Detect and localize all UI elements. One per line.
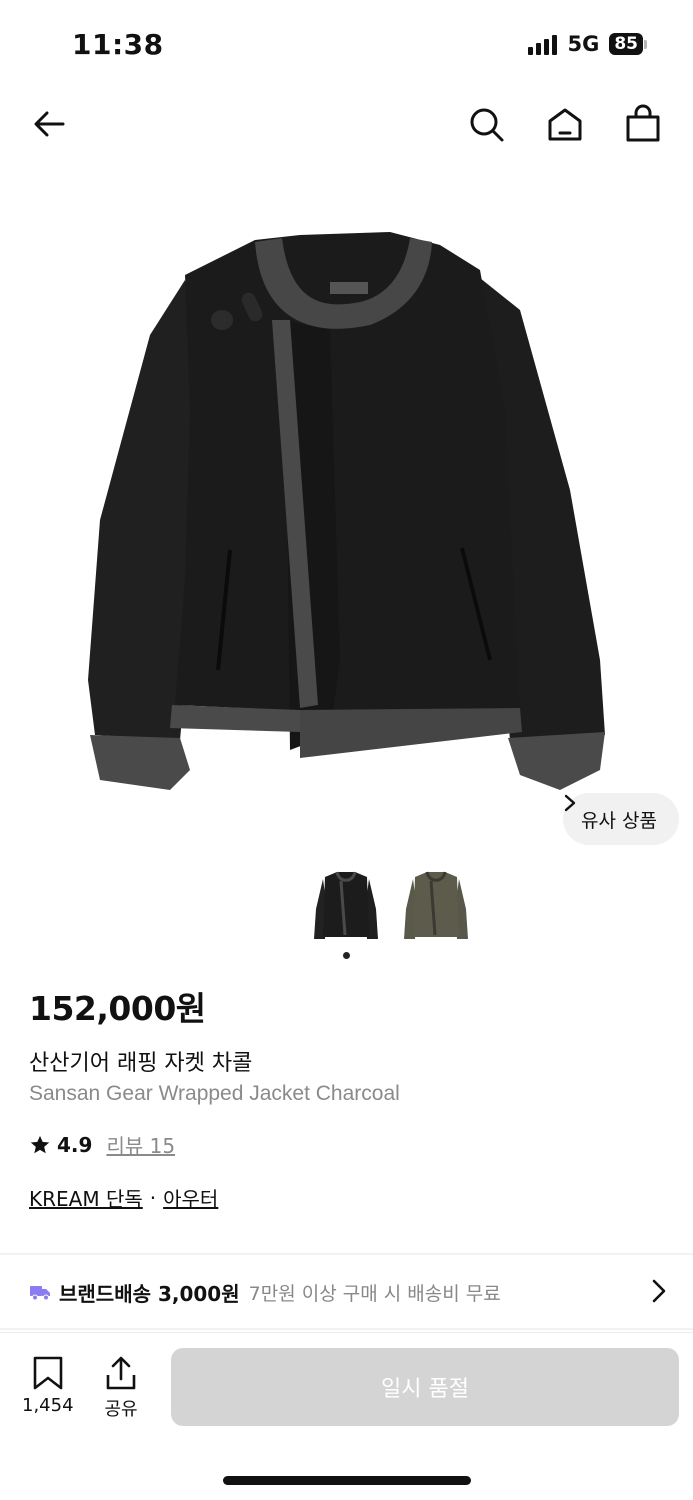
status-time: 11:38 [72, 28, 164, 61]
star-icon [30, 1135, 50, 1153]
divider [0, 1328, 693, 1330]
delivery-title: 브랜드배송 3,000원 [59, 1281, 240, 1306]
bookmark-icon [33, 1356, 63, 1390]
jacket-illustration [88, 232, 605, 790]
product-price: 152,000원 [29, 989, 206, 1028]
status-indicators: 5G 85 [528, 32, 647, 56]
review-link[interactable]: 리뷰 15 [106, 1130, 175, 1159]
home-button[interactable] [543, 102, 587, 146]
delivery-info-row[interactable]: 브랜드배송 3,000원 7만원 이상 구매 시 배송비 무료 [0, 1256, 693, 1328]
sold-out-button[interactable]: 일시 품절 [171, 1348, 679, 1426]
delivery-description: 7만원 이상 구매 시 배송비 무료 [248, 1282, 501, 1305]
share-button[interactable]: 공유 [104, 1355, 138, 1421]
share-label: 공유 [104, 1399, 138, 1420]
cart-button[interactable] [621, 102, 665, 146]
thumbnail-charcoal[interactable] [311, 869, 381, 945]
chevron-right-icon [564, 794, 576, 812]
tag-separator: · [149, 1185, 157, 1210]
top-nav [0, 92, 693, 156]
signal-icon [528, 33, 558, 55]
tag-category[interactable]: 아우터 [163, 1183, 218, 1212]
chevron-right-icon [652, 1279, 666, 1303]
arrow-left-icon [34, 111, 65, 137]
search-icon [470, 108, 504, 142]
status-bar: 11:38 5G 85 [0, 0, 693, 92]
tag-exclusive[interactable]: KREAM 단독 [29, 1183, 143, 1212]
back-button[interactable] [27, 102, 71, 146]
bookmark-count: 1,454 [22, 1395, 74, 1416]
shopping-bag-icon [626, 104, 660, 142]
product-tags: KREAM 단독 · 아우터 [29, 1183, 218, 1212]
product-image[interactable]: 유사 상품 [0, 160, 693, 860]
search-button[interactable] [464, 102, 508, 146]
rating-value: 4.9 [57, 1132, 93, 1157]
jacket-thumbnail-charcoal [314, 871, 378, 939]
home-icon [548, 108, 582, 141]
similar-products-button[interactable]: 유사 상품 [563, 793, 679, 845]
divider [0, 1253, 693, 1255]
share-icon [106, 1356, 136, 1390]
battery-level: 85 [609, 33, 643, 55]
carousel-indicator [343, 952, 350, 959]
jacket-thumbnail-olive [404, 871, 468, 939]
rating-row: 4.9 리뷰 15 [29, 1130, 175, 1159]
home-indicator [223, 1476, 471, 1485]
bottom-action-bar: 1,454 공유 일시 품절 [0, 1332, 693, 1442]
truck-icon [30, 1286, 50, 1301]
bookmark-button[interactable]: 1,454 [22, 1355, 74, 1416]
network-type: 5G [567, 32, 600, 56]
similar-products-label: 유사 상품 [581, 809, 657, 832]
product-name-ko: 산산기어 래핑 자켓 차콜 [29, 1051, 253, 1076]
battery-icon: 85 [609, 33, 647, 55]
product-name-en: Sansan Gear Wrapped Jacket Charcoal [29, 1082, 400, 1105]
thumbnail-olive[interactable] [401, 869, 471, 945]
color-thumbnails [0, 865, 693, 965]
